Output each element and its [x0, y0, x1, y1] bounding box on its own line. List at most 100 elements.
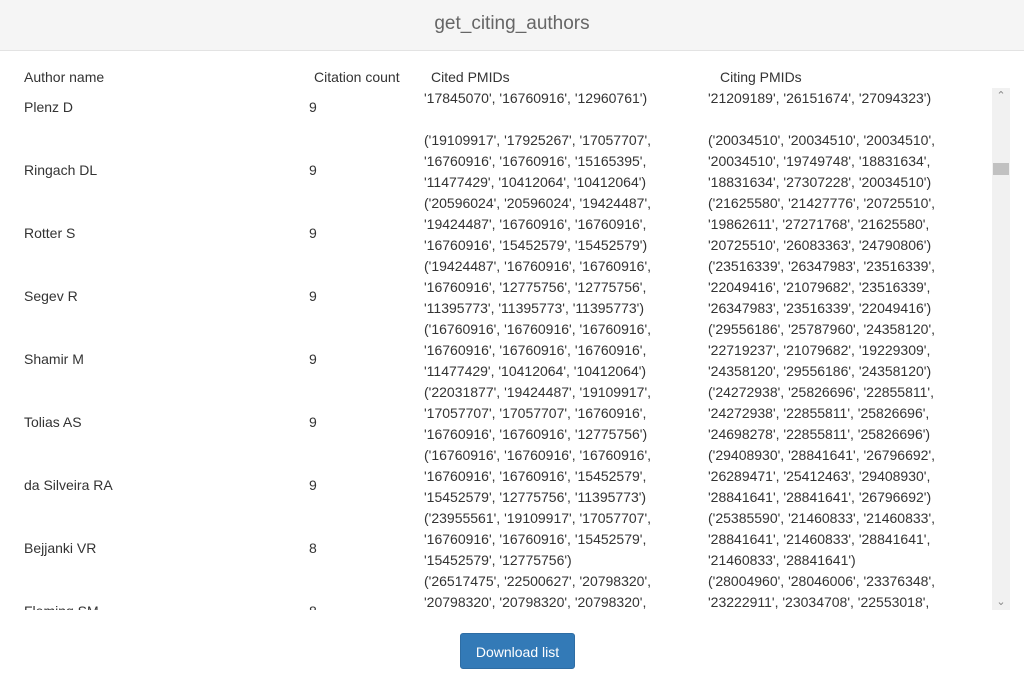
cited-pmids-cell: ('16760916', '16760916', '16760916', '167…	[424, 319, 684, 382]
cited-pmids-line: '16760916', '15452579', '15452579')	[424, 237, 648, 253]
citing-pmids-cell: ('29408930', '28841641', '26796692', '262…	[708, 445, 983, 508]
citation-count-cell: 9	[309, 288, 317, 304]
cited-pmids-line: ('20596024', '20596024', '19424487',	[424, 195, 652, 211]
cited-pmids-line: ('26517475', '22500627', '20798320',	[424, 573, 652, 589]
table-row: Bejjanki VR 8 ('23955561', '19109917', '17…	[0, 510, 990, 579]
title-bar: get_citing_authors	[0, 0, 1024, 51]
cited-pmids-line: ('22031877', '19424487', '19109917',	[424, 384, 652, 400]
citing-pmids-line: '20725510', '26083363', '24790806')	[708, 237, 932, 253]
citing-pmids-cell: '25590427', '20592194', '21209189','2120…	[708, 88, 983, 109]
citing-pmids-cell: ('20034510', '20034510', '20034510', '200…	[708, 130, 983, 193]
table-row: Shamir M 9 ('16760916', '16760916', '16760…	[0, 321, 990, 390]
table-row: Ringach DL 9 ('19109917', '17925267', '170…	[0, 132, 990, 201]
citation-count-cell: 8	[309, 603, 317, 610]
citing-pmids-cell: ('28004960', '28046006', '23376348', '232…	[708, 571, 983, 610]
citing-pmids-line: '22719237', '21079682', '19229309',	[708, 342, 931, 358]
citing-pmids-line: '28841641', '28841641', '26796692')	[708, 489, 932, 505]
scrollbar-thumb[interactable]	[993, 163, 1009, 175]
cited-pmids-line: '11477429', '10412064', '10412064')	[424, 363, 647, 379]
cited-pmids-line: '11395773', '11395773', '11395773')	[424, 300, 645, 316]
citing-pmids-line: '21460833', '28841641')	[708, 552, 856, 568]
table-row: da Silveira RA 9 ('16760916', '16760916', …	[0, 447, 990, 516]
citing-pmids-line: ('20034510', '20034510', '20034510',	[708, 132, 936, 148]
citing-pmids-line: '19862611', '27271768', '21625580',	[708, 216, 930, 232]
cited-pmids-cell: '20596024', '19424487', '19297621','1784…	[424, 88, 684, 109]
cited-pmids-line: '17057707', '17057707', '16760916',	[424, 405, 647, 421]
author-name-cell: Rotter S	[24, 225, 76, 241]
chevron-up-icon[interactable]: ⌃	[992, 89, 1010, 103]
citing-pmids-line: '20034510', '19749748', '18831634',	[708, 153, 931, 169]
cited-pmids-line: '20798320', '20798320', '20798320',	[424, 594, 647, 610]
cited-pmids-line: ('19424487', '16760916', '16760916',	[424, 258, 652, 274]
cited-pmids-line: '16760916', '16760916', '16760916',	[424, 342, 647, 358]
cited-pmids-cell: ('20596024', '20596024', '19424487', '194…	[424, 193, 684, 256]
author-name-cell: Tolias AS	[24, 414, 82, 430]
citation-count-cell: 9	[309, 414, 317, 430]
citing-pmids-cell: ('29556186', '25787960', '24358120', '227…	[708, 319, 983, 382]
citing-pmids-line: ('29556186', '25787960', '24358120',	[708, 321, 936, 337]
chevron-down-icon[interactable]: ⌄	[992, 595, 1010, 609]
citation-count-cell: 8	[309, 540, 317, 556]
citing-pmids-line: ('21625580', '21427776', '20725510',	[708, 195, 936, 211]
citing-pmids-line: ('29408930', '28841641', '26796692',	[708, 447, 936, 463]
citing-pmids-line: '21209189', '26151674', '27094323')	[708, 90, 932, 106]
cited-pmids-line: '16760916', '16760916', '15452579',	[424, 468, 647, 484]
cited-pmids-line: '11477429', '10412064', '10412064')	[424, 174, 647, 190]
citing-pmids-line: ('24272938', '25826696', '22855811',	[708, 384, 934, 400]
download-list-button[interactable]: Download list	[460, 633, 575, 669]
citing-pmids-line: '26289471', '25412463', '29408930',	[708, 468, 931, 484]
author-name-cell: Shamir M	[24, 351, 84, 367]
cited-pmids-line: '16760916', '12775756', '12775756',	[424, 279, 647, 295]
table-scroll-area[interactable]: Plenz D 9 '20596024', '19424487', '1929762…	[0, 88, 990, 610]
column-header-author: Author name	[24, 69, 105, 85]
cited-pmids-line: '16760916', '16760916', '12775756')	[424, 426, 648, 442]
citing-pmids-line: '26347983', '23516339', '22049416')	[708, 300, 932, 316]
citing-pmids-line: '24358120', '29556186', '24358120')	[708, 363, 932, 379]
cited-pmids-line: ('16760916', '16760916', '16760916',	[424, 447, 652, 463]
citing-pmids-line: ('28004960', '28046006', '23376348',	[708, 573, 936, 589]
citing-pmids-cell: ('25385590', '21460833', '21460833', '288…	[708, 508, 983, 571]
column-header-citing-pmids: Citing PMIDs	[720, 69, 802, 85]
citing-pmids-cell: ('24272938', '25826696', '22855811', '242…	[708, 382, 983, 445]
citation-count-cell: 9	[309, 225, 317, 241]
column-header-cited-pmids: Cited PMIDs	[431, 69, 510, 85]
cited-pmids-line: ('19109917', '17925267', '17057707',	[424, 132, 652, 148]
cited-pmids-cell: ('19424487', '16760916', '16760916', '167…	[424, 256, 684, 319]
table-row: Rotter S 9 ('20596024', '20596024', '19424…	[0, 195, 990, 264]
cited-pmids-line: ('16760916', '16760916', '16760916',	[424, 321, 652, 337]
column-header-citation-count: Citation count	[314, 69, 400, 85]
citing-pmids-line: ('25385590', '21460833', '21460833',	[708, 510, 936, 526]
citing-pmids-line: '24272938', '22855811', '25826696',	[708, 405, 930, 421]
citing-pmids-cell: ('23516339', '26347983', '23516339', '220…	[708, 256, 983, 319]
cited-pmids-cell: ('23955561', '19109917', '17057707', '167…	[424, 508, 684, 571]
page-title: get_citing_authors	[434, 13, 590, 34]
table-row: Segev R 9 ('19424487', '16760916', '167609…	[0, 258, 990, 327]
citing-pmids-line: '24698278', '22855811', '25826696')	[708, 426, 931, 442]
citing-pmids-line: ('23516339', '26347983', '23516339',	[708, 258, 936, 274]
cited-pmids-cell: ('19109917', '17925267', '17057707', '167…	[424, 130, 684, 193]
author-name-cell: Segev R	[24, 288, 78, 304]
cited-pmids-line: '17845070', '16760916', '12960761')	[424, 90, 648, 106]
cited-pmids-line: ('23955561', '19109917', '17057707',	[424, 510, 652, 526]
citing-pmids-line: '23222911', '23034708', '22553018',	[708, 594, 930, 610]
author-name-cell: Fleming SM	[24, 603, 99, 610]
cited-pmids-line: '15452579', '12775756')	[424, 552, 572, 568]
author-name-cell: Ringach DL	[24, 162, 98, 178]
citation-count-cell: 9	[309, 477, 317, 493]
vertical-scrollbar[interactable]: ⌃ ⌄	[992, 88, 1010, 610]
cited-pmids-cell: ('22031877', '19424487', '19109917', '170…	[424, 382, 684, 445]
citing-pmids-line: '22049416', '21079682', '23516339',	[708, 279, 931, 295]
cited-pmids-line: '19424487', '16760916', '16760916',	[424, 216, 647, 232]
table-body: Plenz D 9 '20596024', '19424487', '1929762…	[0, 88, 990, 610]
table-row: Fleming SM 8 ('26517475', '22500627', '207…	[0, 573, 990, 610]
citation-count-cell: 9	[309, 351, 317, 367]
citing-pmids-line: '18831634', '27307228', '20034510')	[708, 174, 932, 190]
cited-pmids-line: '15452579', '12775756', '11395773')	[424, 489, 647, 505]
author-name-cell: da Silveira RA	[24, 477, 113, 493]
citation-count-cell: 9	[309, 99, 317, 115]
citing-pmids-line: '28841641', '21460833', '28841641',	[708, 531, 931, 547]
cited-pmids-line: '16760916', '16760916', '15165395',	[424, 153, 647, 169]
table-row: Tolias AS 9 ('22031877', '19424487', '1910…	[0, 384, 990, 453]
citing-pmids-cell: ('21625580', '21427776', '20725510', '198…	[708, 193, 983, 256]
author-name-cell: Bejjanki VR	[24, 540, 97, 556]
